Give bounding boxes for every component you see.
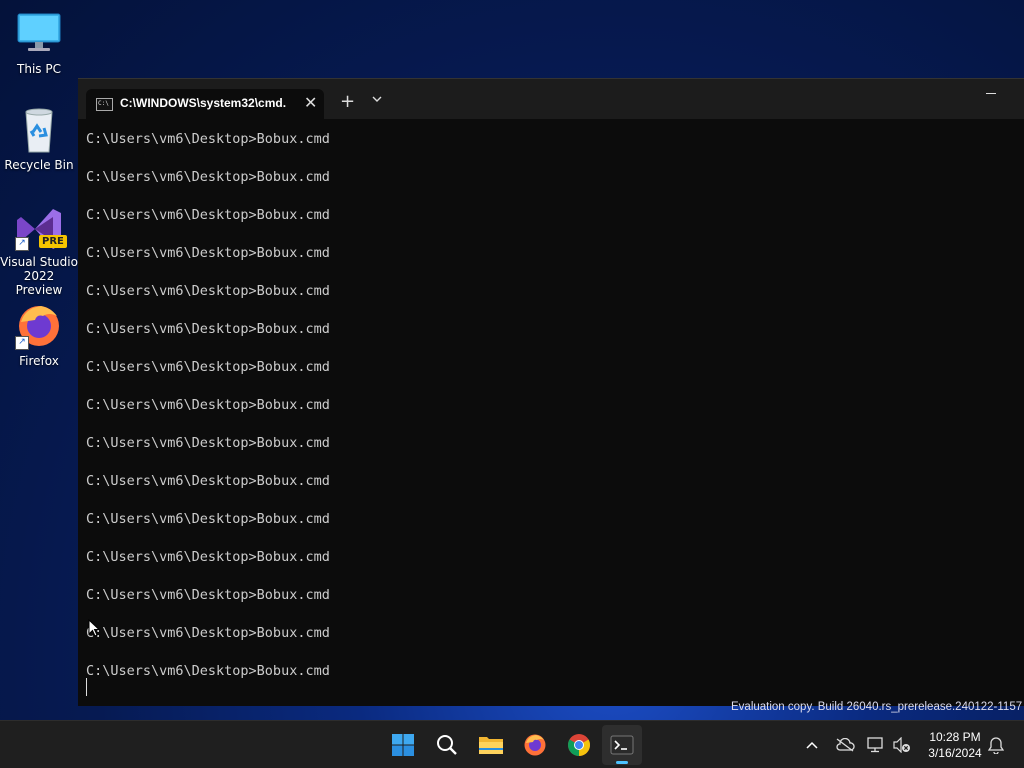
clock[interactable]: 10:28 PM 3/16/2024 (918, 729, 992, 761)
mouse-pointer-icon (88, 619, 100, 637)
firefox-icon (524, 734, 546, 756)
firefox-label: Firefox (19, 354, 59, 368)
search-icon (437, 735, 457, 755)
console-line: C:\Users\vm6\Desktop>Bobux.cmd (86, 207, 330, 223)
visual-studio-icon: PRE ↗ (15, 203, 67, 251)
terminal-titlebar[interactable]: C:\ C:\WINDOWS\system32\cmd. ✕ + (78, 79, 1024, 119)
firefox-taskbar-button[interactable] (515, 725, 555, 765)
tab-dropdown-button[interactable] (372, 93, 382, 106)
console-line: C:\Users\vm6\Desktop>Bobux.cmd (86, 245, 330, 261)
shortcut-arrow-icon: ↗ (15, 336, 29, 350)
console-output[interactable]: C:\Users\vm6\Desktop>Bobux.cmd C:\Users\… (86, 131, 1016, 706)
console-line: C:\Users\vm6\Desktop>Bobux.cmd (86, 587, 330, 603)
active-indicator (616, 761, 628, 764)
terminal-icon (610, 735, 634, 755)
onedrive-button[interactable] (831, 725, 859, 765)
notifications-button[interactable] (982, 725, 1010, 765)
clock-time: 10:28 PM (929, 730, 981, 744)
console-line: C:\Users\vm6\Desktop>Bobux.cmd (86, 321, 330, 337)
firefox-icon: ↗ (15, 302, 63, 350)
visual-studio-label-line1: Visual Studio (0, 255, 78, 269)
console-line: C:\Users\vm6\Desktop>Bobux.cmd (86, 283, 330, 299)
minimize-button[interactable] (986, 93, 996, 94)
volume-muted-icon (893, 737, 910, 753)
shortcut-arrow-icon: ↗ (15, 237, 29, 251)
volume-button[interactable] (888, 725, 916, 765)
text-cursor (86, 678, 87, 696)
chrome-icon (568, 734, 590, 756)
network-button[interactable] (862, 725, 890, 765)
recycle-bin-icon (15, 106, 63, 154)
recycle-bin-label: Recycle Bin (4, 158, 74, 172)
monitor-icon (15, 10, 63, 58)
this-pc-label: This PC (17, 62, 61, 76)
start-icon (392, 734, 414, 756)
tab-cmd[interactable]: C:\ C:\WINDOWS\system32\cmd. ✕ (86, 89, 324, 119)
console-line: C:\Users\vm6\Desktop>Bobux.cmd (86, 473, 330, 489)
preview-badge: PRE (39, 235, 67, 248)
start-button[interactable] (383, 725, 423, 765)
console-line: C:\Users\vm6\Desktop>Bobux.cmd (86, 511, 330, 527)
clock-date: 3/16/2024 (928, 746, 982, 760)
console-line: C:\Users\vm6\Desktop>Bobux.cmd (86, 169, 330, 185)
tray-overflow-button[interactable] (798, 725, 826, 765)
cmd-icon: C:\ (96, 98, 113, 111)
console-line: C:\Users\vm6\Desktop>Bobux.cmd (86, 359, 330, 375)
console-line: C:\Users\vm6\Desktop>Bobux.cmd (86, 131, 330, 147)
file-explorer-icon (479, 737, 503, 754)
evaluation-watermark: Evaluation copy. Build 26040.rs_prerelea… (731, 701, 1023, 713)
desktop-icon-visual-studio[interactable]: PRE ↗ Visual Studio 2022 Preview (0, 203, 78, 297)
chevron-up-icon (806, 741, 818, 749)
console-line: C:\Users\vm6\Desktop>Bobux.cmd (86, 435, 330, 451)
desktop-icon-this-pc[interactable]: This PC (0, 10, 78, 76)
tab-title: C:\WINDOWS\system32\cmd. (120, 96, 287, 110)
console-line: C:\Users\vm6\Desktop>Bobux.cmd (86, 663, 330, 679)
network-icon (867, 737, 883, 753)
terminal-window[interactable]: C:\ C:\WINDOWS\system32\cmd. ✕ + C:\User… (78, 78, 1024, 706)
chrome-button[interactable] (559, 725, 599, 765)
bell-icon (988, 737, 1004, 754)
taskbar: 10:28 PM 3/16/2024 (0, 720, 1024, 768)
new-tab-button[interactable]: + (340, 91, 355, 112)
cloud-off-icon (836, 738, 855, 752)
chevron-down-icon (372, 96, 382, 102)
console-line: C:\Users\vm6\Desktop>Bobux.cmd (86, 397, 330, 413)
console-line: C:\Users\vm6\Desktop>Bobux.cmd (86, 549, 330, 565)
visual-studio-label-line2: 2022 Preview (15, 269, 63, 297)
desktop-icon-firefox[interactable]: ↗ Firefox (0, 302, 78, 368)
desktop-icon-recycle-bin[interactable]: Recycle Bin (0, 106, 78, 172)
tab-close-icon[interactable]: ✕ (304, 93, 317, 112)
search-button[interactable] (427, 725, 467, 765)
file-explorer-button[interactable] (471, 725, 511, 765)
console-line: C:\Users\vm6\Desktop>Bobux.cmd (86, 625, 330, 641)
terminal-taskbar-button[interactable] (602, 725, 642, 765)
